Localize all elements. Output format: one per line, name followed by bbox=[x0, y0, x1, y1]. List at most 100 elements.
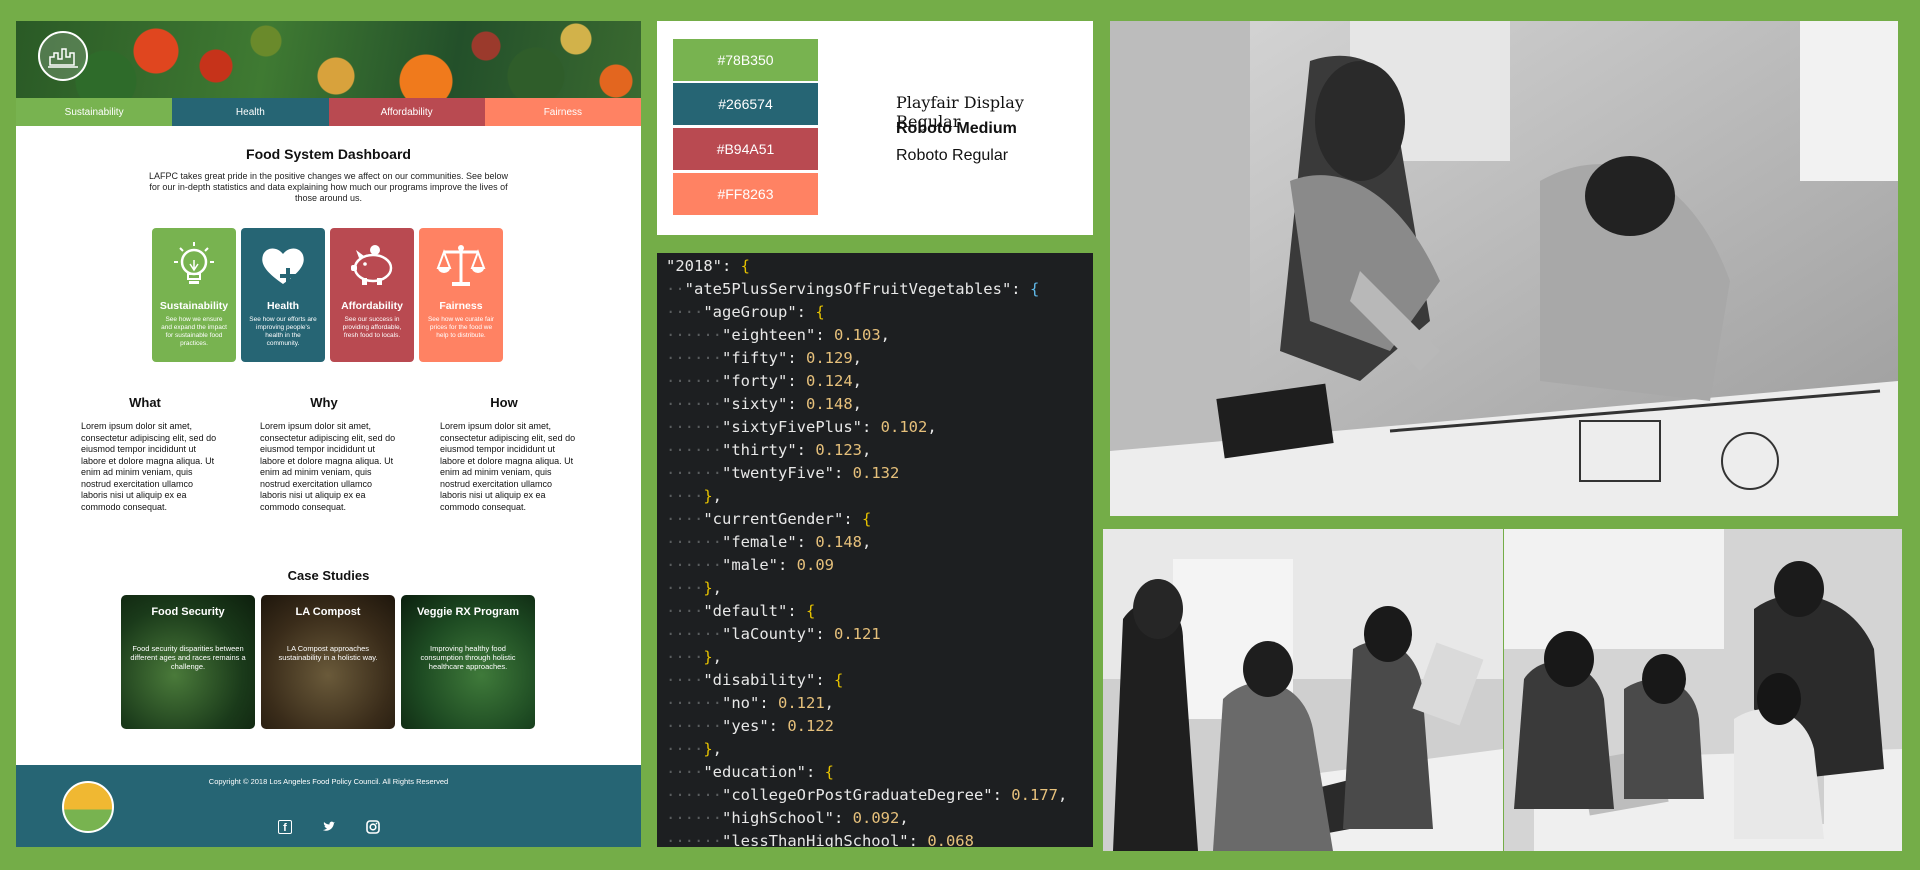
tab-sustainability[interactable]: Sustainability bbox=[16, 98, 173, 126]
code-token: { bbox=[833, 671, 844, 689]
how-heading: How bbox=[490, 395, 518, 410]
code-token: : bbox=[843, 510, 862, 528]
style-guide: #78B350 #266574 #B94A51 #FF8263 Playfair… bbox=[657, 21, 1093, 235]
code-token: : bbox=[787, 349, 806, 367]
code-token: : bbox=[796, 303, 816, 321]
code-line: ····}, bbox=[666, 577, 722, 600]
card-title: Health bbox=[266, 300, 300, 312]
case-study-title: Veggie RX Program bbox=[416, 606, 520, 618]
code-token: : bbox=[778, 556, 797, 574]
code-indent: ······ bbox=[666, 556, 722, 574]
code-token: { bbox=[815, 303, 825, 321]
lafpc-logo[interactable] bbox=[38, 31, 88, 81]
code-token: "education" bbox=[703, 763, 806, 781]
code-line: ······"fifty": 0.129, bbox=[666, 347, 862, 370]
code-token: 0.123 bbox=[815, 441, 862, 459]
code-token: : bbox=[768, 717, 788, 735]
what-text: Lorem ipsum dolor sit amet, consectetur … bbox=[81, 421, 217, 512]
tab-affordability[interactable]: Affordability bbox=[328, 98, 485, 126]
code-token: : bbox=[861, 418, 881, 436]
case-study-la-compost[interactable]: LA Compost LA Compost approaches sustain… bbox=[261, 595, 395, 729]
code-token: 0.103 bbox=[834, 326, 881, 344]
code-token: , bbox=[712, 648, 723, 666]
code-token: : bbox=[759, 694, 778, 712]
code-token: "fifty" bbox=[722, 349, 788, 367]
code-token: , bbox=[712, 579, 723, 597]
code-line: ······"sixty": 0.148, bbox=[666, 393, 862, 416]
code-token: "thirty" bbox=[722, 441, 797, 459]
case-study-desc: LA Compost approaches sustainability in … bbox=[278, 644, 378, 662]
case-study-food-security[interactable]: Food Security Food security disparities … bbox=[121, 595, 255, 729]
code-token: "default" bbox=[703, 602, 788, 620]
code-token: "forty" bbox=[722, 372, 788, 390]
code-indent: ···· bbox=[666, 303, 704, 321]
card-title: Sustainability bbox=[159, 300, 229, 312]
code-token: "sixtyFivePlus" bbox=[722, 418, 862, 436]
code-line: ······"no": 0.121, bbox=[666, 692, 834, 715]
code-token: 0.121 bbox=[834, 625, 881, 643]
code-token: "eighteen" bbox=[722, 326, 816, 344]
twitter-icon[interactable] bbox=[322, 820, 336, 834]
card-sustainability[interactable]: Sustainability See how we ensure and exp… bbox=[152, 228, 236, 362]
code-token: } bbox=[703, 579, 713, 597]
code-line: ······"lessThanHighSchool": 0.068 bbox=[666, 830, 974, 847]
code-token: { bbox=[861, 510, 872, 528]
code-token: } bbox=[703, 740, 713, 758]
code-indent: ······ bbox=[666, 717, 722, 735]
code-token: 0.129 bbox=[806, 349, 853, 367]
code-token: : bbox=[908, 832, 928, 847]
code-indent: ······ bbox=[666, 326, 722, 344]
code-line: ······"eighteen": 0.103, bbox=[666, 324, 890, 347]
code-line: ····}, bbox=[666, 646, 722, 669]
facebook-icon[interactable]: f bbox=[278, 820, 292, 834]
code-token: : bbox=[1011, 280, 1030, 298]
instagram-icon[interactable] bbox=[366, 820, 380, 834]
code-token: "male" bbox=[722, 556, 778, 574]
code-indent: ···· bbox=[666, 579, 704, 597]
code-token: 0.068 bbox=[927, 832, 974, 847]
tab-fairness[interactable]: Fairness bbox=[484, 98, 641, 126]
code-indent: ···· bbox=[666, 648, 704, 666]
code-token: , bbox=[712, 740, 723, 758]
code-line: "2018": { bbox=[666, 255, 750, 278]
code-token: , bbox=[1057, 786, 1068, 804]
code-indent: ···· bbox=[666, 487, 704, 505]
code-token: { bbox=[824, 763, 834, 781]
card-fairness[interactable]: Fairness See how we curate fair prices f… bbox=[419, 228, 503, 362]
code-indent: ······ bbox=[666, 418, 722, 436]
code-token: : bbox=[805, 763, 825, 781]
code-token: 0.148 bbox=[815, 533, 862, 551]
case-study-title: Food Security bbox=[151, 606, 225, 618]
code-line: ······"laCounty": 0.121 bbox=[666, 623, 881, 646]
case-study-veggie-rx[interactable]: Veggie RX Program Improving healthy food… bbox=[401, 595, 535, 729]
hero-banner bbox=[16, 21, 641, 98]
code-indent: ······ bbox=[666, 694, 722, 712]
code-token: : bbox=[815, 326, 834, 344]
code-indent: ···· bbox=[666, 671, 704, 689]
footer-logo[interactable] bbox=[62, 781, 114, 833]
code-indent: ······ bbox=[666, 533, 722, 551]
card-health[interactable]: Health See how our efforts are improving… bbox=[241, 228, 325, 362]
photo-sketching bbox=[1110, 21, 1898, 516]
card-affordability[interactable]: Affordability See our success in providi… bbox=[330, 228, 414, 362]
code-indent: ······ bbox=[666, 349, 722, 367]
card-desc: See how we ensure and expand the impact … bbox=[161, 316, 227, 347]
piggy-bank-icon bbox=[351, 245, 393, 285]
font-sample-roboto-medium: Roboto Medium bbox=[896, 120, 1017, 137]
code-indent: ······ bbox=[666, 441, 722, 459]
code-indent: ······ bbox=[666, 625, 722, 643]
code-token: : bbox=[787, 395, 806, 413]
code-indent: ······ bbox=[666, 832, 722, 847]
code-line: ······"twentyFive": 0.132 bbox=[666, 462, 899, 485]
code-line: ····"ageGroup": { bbox=[666, 301, 825, 324]
code-token: { bbox=[806, 602, 816, 620]
code-indent: ······ bbox=[666, 786, 722, 804]
what-heading: What bbox=[129, 395, 161, 410]
swatch-coral: #FF8263 bbox=[673, 173, 818, 215]
code-line: ······"forty": 0.124, bbox=[666, 370, 862, 393]
code-line: ····"default": { bbox=[666, 600, 815, 623]
code-token: "2018" bbox=[666, 257, 722, 275]
code-token: 0.092 bbox=[852, 809, 900, 827]
tab-health[interactable]: Health bbox=[172, 98, 329, 126]
code-token: "twentyFive" bbox=[722, 464, 834, 482]
